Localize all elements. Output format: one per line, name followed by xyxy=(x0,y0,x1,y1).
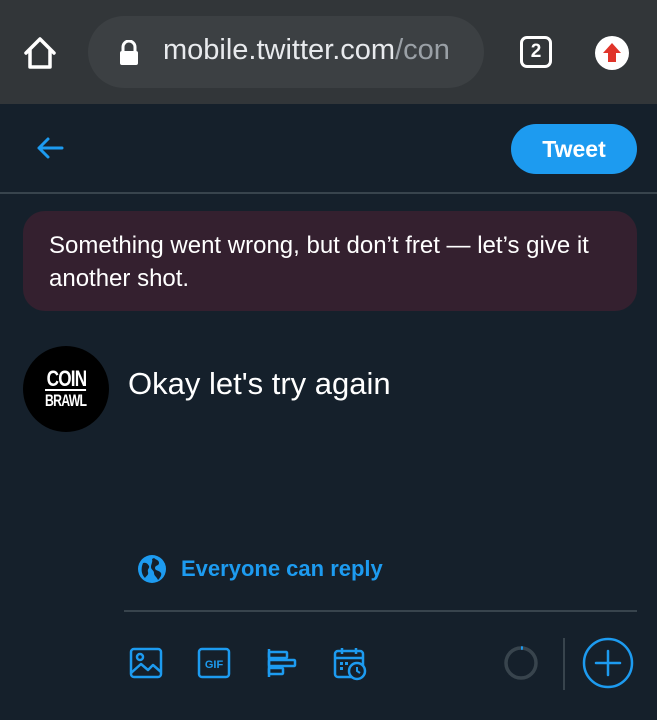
browser-toolbar: mobile.twitter.com/con 2 xyxy=(0,0,657,104)
image-icon xyxy=(129,647,163,679)
url-host: mobile.twitter.com xyxy=(163,34,396,66)
avatar-logo-line2: BRAWL xyxy=(45,389,87,410)
url-text: mobile.twitter.com/con xyxy=(163,34,450,67)
add-gif-button[interactable]: GIF xyxy=(196,645,232,681)
add-tweet-button[interactable] xyxy=(582,637,634,689)
globe-icon xyxy=(138,555,166,583)
header-divider xyxy=(0,192,657,194)
reply-divider xyxy=(124,610,637,612)
svg-text:GIF: GIF xyxy=(205,659,224,671)
toolbar-separator xyxy=(563,638,565,690)
schedule-button[interactable] xyxy=(332,645,368,681)
add-image-button[interactable] xyxy=(128,645,164,681)
lock-icon xyxy=(120,40,138,65)
tweet-text-input[interactable]: Okay let's try again xyxy=(128,366,391,402)
address-bar[interactable]: mobile.twitter.com/con xyxy=(88,16,484,88)
gif-icon: GIF xyxy=(197,647,231,679)
reply-setting-label: Everyone can reply xyxy=(181,556,383,581)
avatar[interactable]: COIN BRAWL xyxy=(23,346,109,432)
character-count-ring xyxy=(503,645,539,681)
upload-extension-button[interactable] xyxy=(594,35,630,71)
tab-count: 2 xyxy=(530,41,542,62)
schedule-icon xyxy=(333,648,367,681)
home-button[interactable] xyxy=(20,33,60,73)
plus-circle-icon xyxy=(582,637,634,689)
poll-icon xyxy=(267,649,297,677)
back-button[interactable] xyxy=(34,132,66,164)
tweet-button[interactable]: Tweet xyxy=(511,124,637,174)
tab-switcher-button[interactable]: 2 xyxy=(520,36,552,68)
home-icon xyxy=(24,37,56,69)
error-message: Something went wrong, but don’t fret — l… xyxy=(49,232,589,292)
avatar-logo-line1: COIN xyxy=(46,366,87,391)
error-banner: Something went wrong, but don’t fret — l… xyxy=(23,211,637,311)
arrow-left-icon xyxy=(37,137,64,159)
url-path: /con xyxy=(395,34,450,66)
add-poll-button[interactable] xyxy=(264,645,300,681)
upload-extension-icon xyxy=(595,36,629,70)
reply-setting-button[interactable]: Everyone can reply xyxy=(137,553,383,585)
